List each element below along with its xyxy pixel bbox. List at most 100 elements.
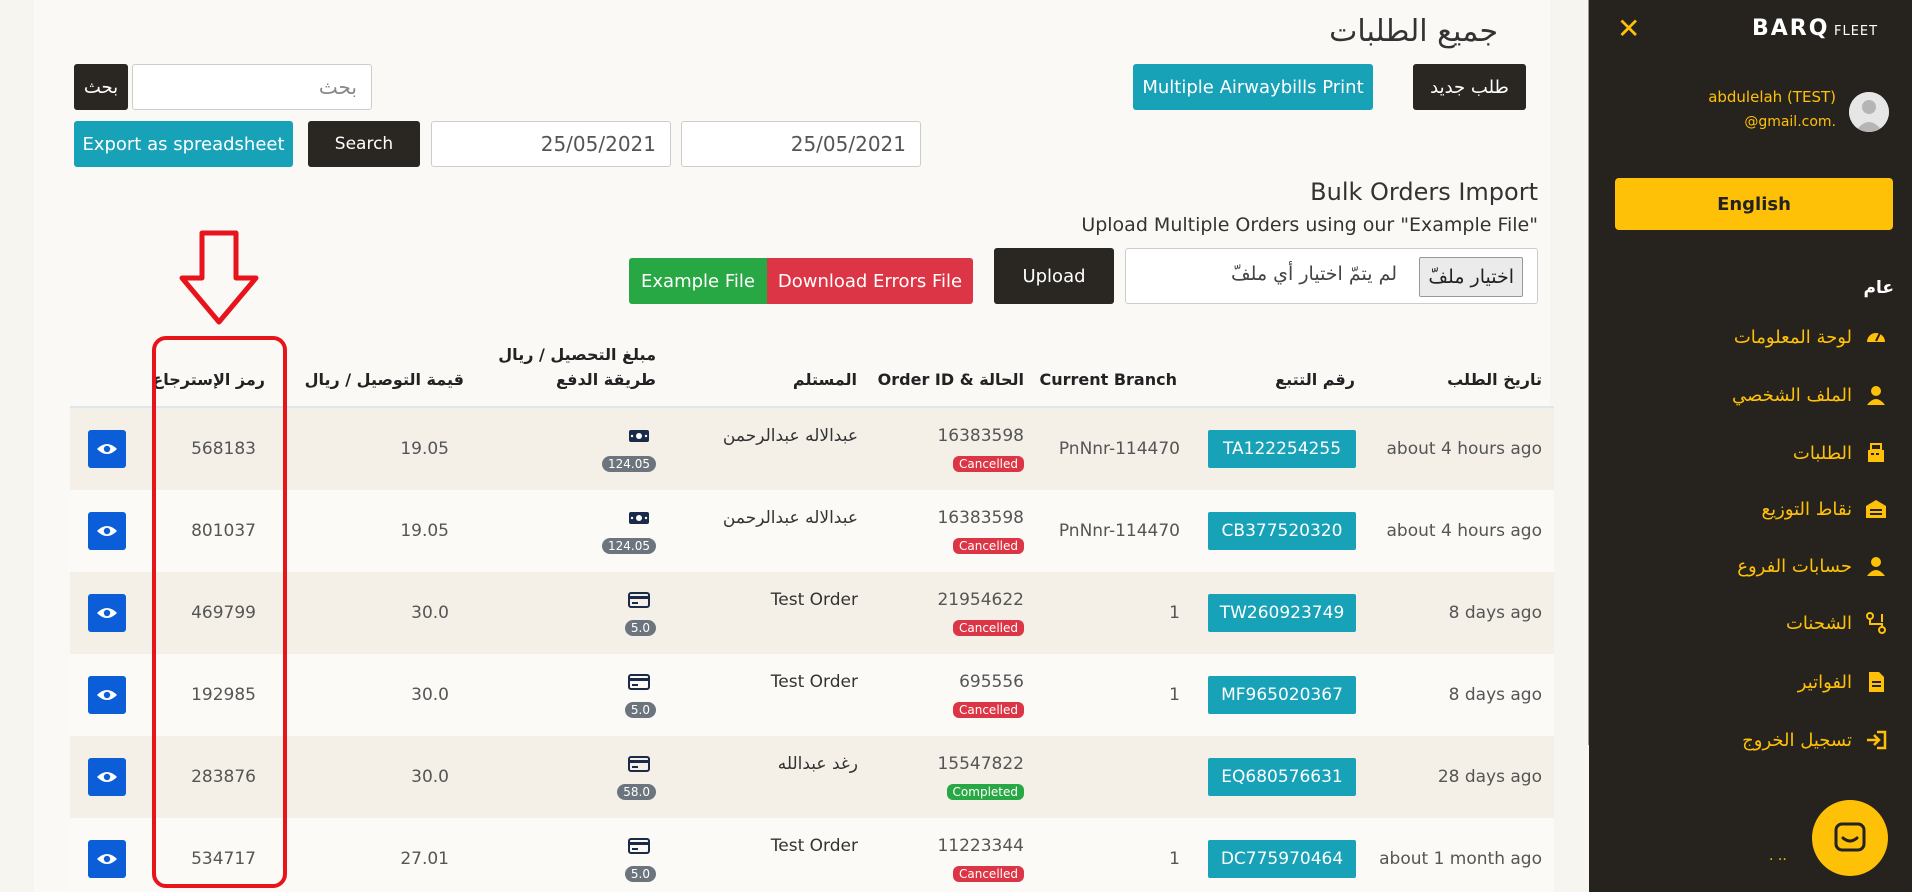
new-order-button[interactable]: طلب جديد <box>1413 64 1526 110</box>
card-icon <box>628 756 650 772</box>
delivery-value: 30.0 <box>411 603 449 623</box>
cash-icon <box>628 510 650 526</box>
delivery-value: 19.05 <box>400 439 449 459</box>
current-branch: 1 <box>1169 685 1180 705</box>
sidebar-item[interactable]: نقاط التوزيع <box>1762 494 1888 524</box>
tracking-number-button[interactable]: MF965020367 <box>1208 676 1356 714</box>
dashboard-icon <box>1864 325 1888 349</box>
shipments-icon <box>1864 611 1888 635</box>
collect-amount-badge: 124.05 <box>602 456 656 472</box>
example-file-button[interactable]: Example File <box>629 258 767 304</box>
status-badge: Completed <box>946 784 1024 800</box>
sidebar-item-label: تسجيل الخروج <box>1742 729 1852 751</box>
view-order-button[interactable] <box>88 594 126 632</box>
eye-icon <box>97 526 117 536</box>
eye-icon <box>97 444 117 454</box>
delivery-value: 19.05 <box>400 521 449 541</box>
status-badge: Cancelled <box>953 456 1024 472</box>
search-button[interactable]: Search <box>308 121 420 167</box>
date-from-input[interactable]: 25/05/2021 <box>681 121 921 167</box>
section-general: عام <box>1863 278 1894 298</box>
choose-file-button[interactable]: اختيار ملفّ <box>1419 257 1523 297</box>
eye-icon <box>97 690 117 700</box>
download-errors-file-button[interactable]: Download Errors File <box>767 258 973 304</box>
tracking-number-button[interactable]: TA122254255 <box>1208 430 1356 468</box>
chat-icon <box>1834 822 1866 852</box>
file-input[interactable]: اختيار ملفّ لم يتمّ اختيار أي ملفّ <box>1125 248 1538 304</box>
highlight-box <box>152 336 287 888</box>
search-input[interactable]: بحث <box>132 64 372 110</box>
sidebar-item-label: الملف الشخصي <box>1732 384 1852 406</box>
export-spreadsheet-button[interactable]: Export as spreadsheet <box>74 121 293 167</box>
logout-icon <box>1864 728 1888 752</box>
tracking-number-button[interactable]: TW260923749 <box>1208 594 1356 632</box>
upload-button[interactable]: Upload <box>994 248 1114 304</box>
logo-subtitle: FLEET <box>1834 24 1879 39</box>
delivery-value: 30.0 <box>411 767 449 787</box>
user-icon <box>1864 383 1888 407</box>
card-icon <box>628 592 650 608</box>
order-id: 11223344 <box>937 836 1024 856</box>
status-badge: Cancelled <box>953 620 1024 636</box>
order-date: about 1 month ago <box>1379 849 1542 869</box>
tracking-number-button[interactable]: EQ680576631 <box>1208 758 1356 796</box>
header-recipient: المستلم <box>792 370 857 389</box>
cash-icon <box>628 428 650 444</box>
status-badge: Cancelled <box>953 538 1024 554</box>
page-title: جميع الطلبات <box>1329 14 1498 49</box>
table-row: about 4 hours ago CB377520320 PnNnr-1144… <box>70 490 1554 572</box>
recipient-name: Test Order <box>770 836 858 856</box>
close-icon[interactable]: ✕ <box>1617 12 1640 45</box>
view-order-button[interactable] <box>88 430 126 468</box>
user-email: @gmail.com. <box>1744 114 1836 130</box>
bulk-import-title: Bulk Orders Import <box>1310 178 1538 206</box>
sidebar-item[interactable]: تسجيل الخروج <box>1742 725 1888 755</box>
warehouse-icon <box>1864 497 1888 521</box>
view-order-button[interactable] <box>88 840 126 878</box>
header-payment-method: طريقة الدفع <box>556 370 656 389</box>
collect-amount-badge: 5.0 <box>624 620 656 636</box>
recipient-name: Test Order <box>770 672 858 692</box>
eye-icon <box>97 772 117 782</box>
recipient-name: Test Order <box>770 590 858 610</box>
recipient-name: عبدالاله عبدالرحمن <box>722 426 858 446</box>
sidebar-item-label: نقاط التوزيع <box>1761 498 1852 520</box>
card-icon <box>628 838 650 854</box>
view-order-button[interactable] <box>88 512 126 550</box>
view-order-button[interactable] <box>88 676 126 714</box>
sidebar-item-label: حسابات الفروع <box>1737 555 1852 577</box>
highlight-arrow-icon <box>179 230 259 325</box>
order-id: 16383598 <box>937 426 1024 446</box>
order-date: about 4 hours ago <box>1386 521 1542 541</box>
current-branch: 1 <box>1169 603 1180 623</box>
table-row: 8 days ago TW260923749 1 21954622 Cancel… <box>70 572 1554 654</box>
no-file-label: لم يتمّ اختيار أي ملفّ <box>1231 263 1397 285</box>
current-branch: PnNnr-114470 <box>1058 521 1180 541</box>
date-to-input[interactable]: 25/05/2021 <box>431 121 671 167</box>
tracking-number-button[interactable]: CB377520320 <box>1208 512 1356 550</box>
sidebar-item[interactable]: الفواتير <box>1798 667 1888 697</box>
sidebar-item[interactable]: الطلبات <box>1793 438 1888 468</box>
sidebar-item[interactable]: لوحة المعلومات <box>1734 322 1888 352</box>
table-row: about 4 hours ago TA122254255 PnNnr-1144… <box>70 408 1554 490</box>
tracking-number-button[interactable]: DC775970464 <box>1208 840 1356 878</box>
bulk-import-description: Upload Multiple Orders using our "Exampl… <box>1081 214 1538 236</box>
branch-user-icon <box>1864 554 1888 578</box>
order-id: 21954622 <box>937 590 1024 610</box>
header-branch: Current Branch <box>1039 370 1177 389</box>
view-order-button[interactable] <box>88 758 126 796</box>
multiple-airwaybills-print-button[interactable]: Multiple Airwaybills Print <box>1133 64 1373 110</box>
sidebar-item-label: الفواتير <box>1797 671 1852 693</box>
status-badge: Cancelled <box>953 702 1024 718</box>
card-icon <box>628 674 650 690</box>
sidebar-item[interactable]: حسابات الفروع <box>1737 551 1888 581</box>
header-collect-amount: مبلغ التحصيل / ريال <box>498 345 656 364</box>
sidebar-item[interactable]: الملف الشخصي <box>1732 380 1888 410</box>
sidebar-item[interactable]: الشحنات <box>1786 608 1888 638</box>
language-button[interactable]: English <box>1615 178 1893 230</box>
search-button-ar[interactable]: بحث <box>74 64 128 110</box>
avatar <box>1849 92 1889 132</box>
sidebar-item-label: الشحنات <box>1785 612 1852 634</box>
chat-widget-button[interactable] <box>1812 800 1888 876</box>
order-id: 15547822 <box>937 754 1024 774</box>
